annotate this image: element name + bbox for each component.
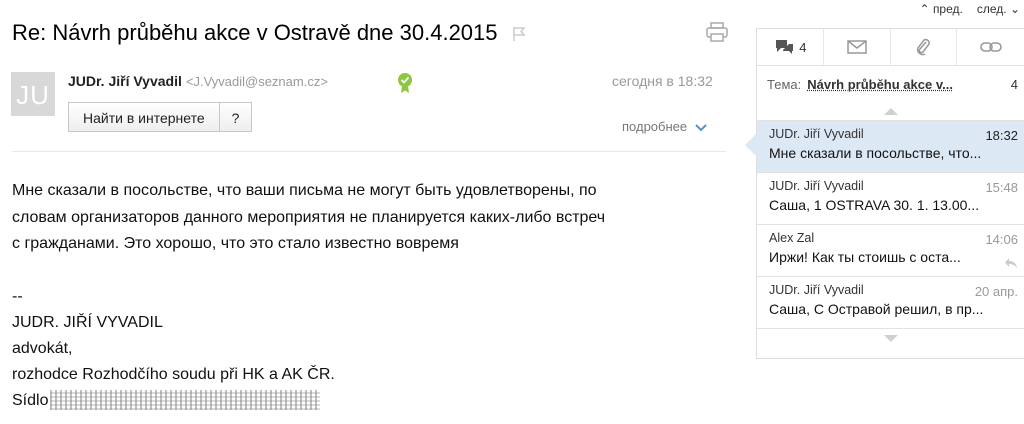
subject-text: Re: Návrh průběhu akce v Ostravě dne 30.… — [12, 20, 498, 45]
find-online-button[interactable]: Найти в интернете — [68, 102, 220, 132]
sender-actions: Найти в интернете ? — [68, 102, 253, 132]
attachment-icon — [917, 38, 931, 56]
message-time: 15:48 — [985, 180, 1018, 195]
theme-count: 4 — [1010, 76, 1018, 92]
tab-links[interactable] — [957, 29, 1024, 65]
thread-tabs: 4 — [757, 29, 1024, 66]
message-time: 14:06 — [985, 232, 1018, 247]
message-time: 20 апр. — [974, 284, 1018, 299]
message-body: Мне сказали в посольстве, что ваши письм… — [12, 178, 742, 414]
body-line: с гражданами. Это хорошо, что это стало … — [12, 235, 459, 252]
selection-pointer — [745, 133, 757, 157]
thread-count: 4 — [799, 39, 807, 55]
tab-mail[interactable] — [824, 29, 891, 65]
mail-icon — [846, 40, 867, 54]
message-navigation: ⌃ пред. след. ⌄ — [920, 2, 1020, 16]
body-line: словам организаторов данного мероприятия… — [12, 208, 606, 226]
sender-avatar: JU — [11, 72, 55, 116]
message-snippet: Саша, С Остравой решил, в пр... — [769, 301, 984, 317]
theme-label: Тема: — [767, 76, 802, 92]
message-snippet: Саша, 1 OSTRAVA 30. 1. 13.00... — [769, 197, 980, 213]
scroll-up-icon[interactable] — [757, 102, 1024, 120]
message-snippet: Иржи! Как ты стоишь с оста... — [769, 249, 961, 265]
thread-message[interactable]: JUDr. Jiří Vyvadil 20 апр. Саша, С Остра… — [757, 276, 1024, 328]
details-toggle[interactable]: подробнее — [622, 119, 707, 134]
next-label: след. — [976, 2, 1007, 16]
thread-message[interactable]: Alex Zal 14:06 Иржи! Как ты стоишь с ост… — [757, 224, 1024, 276]
thread-theme: Тема: Návrh průběhu akce v... 4 — [757, 66, 1024, 102]
signature-seat-label: Sídlo — [12, 391, 49, 409]
sender-name[interactable]: JUDr. Jiří Vyvadil — [68, 73, 182, 89]
thread-icon — [776, 40, 794, 54]
scroll-down-icon[interactable] — [757, 328, 1024, 347]
details-label: подробнее — [622, 119, 688, 134]
help-button[interactable]: ? — [219, 102, 253, 132]
redacted-address — [50, 390, 321, 411]
signature-title: advokát, — [12, 339, 73, 357]
reply-icon — [1005, 258, 1017, 268]
prev-message-link[interactable]: ⌃ пред. — [920, 2, 963, 16]
thread-message[interactable]: JUDr. Jiří Vyvadil 18:32 Мне сказали в п… — [745, 120, 1024, 172]
body-line: Мне сказали в посольстве, что ваши письм… — [12, 182, 597, 199]
thread-panel: 4 Тема: Návrh průběhu akce v... 4 JUDr. … — [745, 28, 1024, 359]
next-message-link[interactable]: след. ⌄ — [977, 2, 1020, 16]
theme-value[interactable]: Návrh průběhu akce v... — [807, 77, 953, 92]
signature-seat: Sídlo — [12, 388, 742, 414]
thread-message[interactable]: JUDr. Jiří Vyvadil 15:48 Саша, 1 OSTRAVA… — [757, 172, 1024, 224]
header-divider — [12, 151, 726, 152]
message-date: сегодня в 18:32 — [612, 73, 713, 89]
verified-icon — [396, 72, 414, 99]
flag-icon[interactable] — [512, 26, 526, 42]
tab-thread[interactable]: 4 — [757, 29, 824, 65]
message-from: Alex Zal — [769, 231, 815, 245]
tab-attachments[interactable] — [891, 29, 958, 65]
message-from: JUDr. Jiří Vyvadil — [769, 127, 864, 141]
prev-label: пред. — [932, 2, 963, 16]
chevron-down-icon — [695, 123, 707, 131]
message-time: 18:32 — [985, 128, 1018, 143]
sender-email[interactable]: <J.Vyvadil@seznam.cz> — [186, 74, 328, 89]
signature-dash: -- — [12, 287, 23, 305]
message-snippet: Мне сказали в посольстве, что... — [769, 145, 982, 161]
message-subject: Re: Návrh průběhu akce v Ostravě dne 30.… — [12, 20, 526, 46]
signature: -- JUDR. JIŘÍ VYVADIL advokát, rozhodce … — [12, 284, 742, 414]
message-from: JUDr. Jiří Vyvadil — [769, 179, 864, 193]
signature-name: JUDR. JIŘÍ VYVADIL — [12, 313, 163, 331]
sender-info: JUDr. Jiří Vyvadil <J.Vyvadil@seznam.cz> — [68, 73, 328, 89]
signature-role: rozhodce Rozhodčího soudu při HK a AK ČR… — [12, 365, 335, 383]
link-icon — [979, 42, 1002, 52]
print-icon[interactable] — [706, 22, 728, 47]
